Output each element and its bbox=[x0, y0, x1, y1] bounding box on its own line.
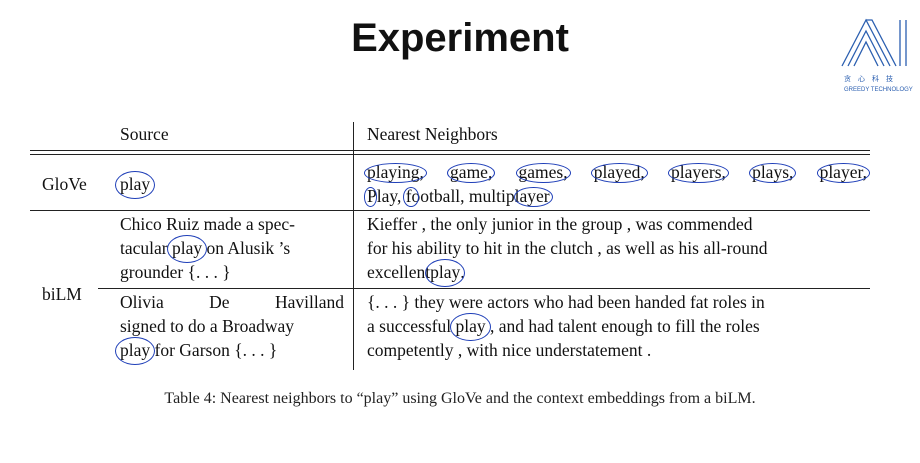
highlighted-word: play bbox=[166, 235, 208, 263]
row-label-glove: GloVe bbox=[42, 174, 87, 194]
highlighted-word: play bbox=[425, 259, 466, 287]
highlighted-word: play bbox=[450, 313, 491, 341]
highlighted-word: play bbox=[115, 171, 156, 199]
bilm-neighbor-1-line-3: excellent play. bbox=[367, 259, 466, 287]
bilm-source-1-line-1: Chico Ruiz made a spec- bbox=[120, 214, 295, 234]
greedy-technology-logo: 贪心科技 GREEDY TECHNOLOGY bbox=[836, 14, 920, 100]
bilm-source-1-line-2: tacular play on Alusik ’s bbox=[120, 235, 290, 263]
bilm-neighbor-1-line-1: Kieffer , the only junior in the group ,… bbox=[367, 214, 753, 234]
bilm-neighbor-2-line-3: competently , with nice understatement . bbox=[367, 340, 652, 360]
rule-top-double bbox=[30, 154, 870, 155]
bilm-source-2-line-3: play for Garson {. . . } bbox=[115, 337, 277, 365]
glove-neighbors-line-1: playing, game, games, played, players, p… bbox=[364, 160, 870, 184]
highlighted-word: play bbox=[115, 337, 156, 365]
logo-chinese-text: 贪心科技 bbox=[844, 75, 900, 83]
ai-logo-icon bbox=[841, 18, 907, 67]
slide-title: Experiment bbox=[351, 16, 569, 60]
bilm-source-1-line-3: grounder {. . . } bbox=[120, 262, 231, 282]
rule-mid bbox=[30, 210, 870, 211]
bilm-neighbor-2-line-2: a successful play , and had talent enoug… bbox=[367, 313, 760, 341]
glove-neighbors-line-2: Play, football, multiplayer bbox=[364, 184, 553, 208]
bilm-neighbor-2-line-1: {. . . } they were actors who had been h… bbox=[367, 292, 765, 312]
bilm-source-2-line-2: signed to do a Broadway bbox=[120, 316, 294, 336]
header-nearest-neighbors: Nearest Neighbors bbox=[367, 124, 498, 144]
rule-bilm-separator bbox=[98, 288, 870, 289]
rule-top bbox=[30, 150, 870, 151]
table-caption: Table 4: Nearest neighbors to “play” usi… bbox=[164, 390, 756, 407]
glove-source-cell: play bbox=[115, 171, 156, 199]
logo-english-text: GREEDY TECHNOLOGY bbox=[844, 87, 913, 93]
nearest-neighbors-table: Source Nearest Neighbors GloVe play play… bbox=[30, 118, 870, 370]
row-label-bilm: biLM bbox=[42, 284, 82, 304]
bilm-neighbor-1-line-2: for his ability to hit in the clutch , a… bbox=[367, 238, 768, 258]
column-divider bbox=[353, 122, 354, 370]
bilm-source-2-line-1: Olivia De Havilland bbox=[120, 292, 344, 312]
header-source: Source bbox=[120, 124, 169, 144]
